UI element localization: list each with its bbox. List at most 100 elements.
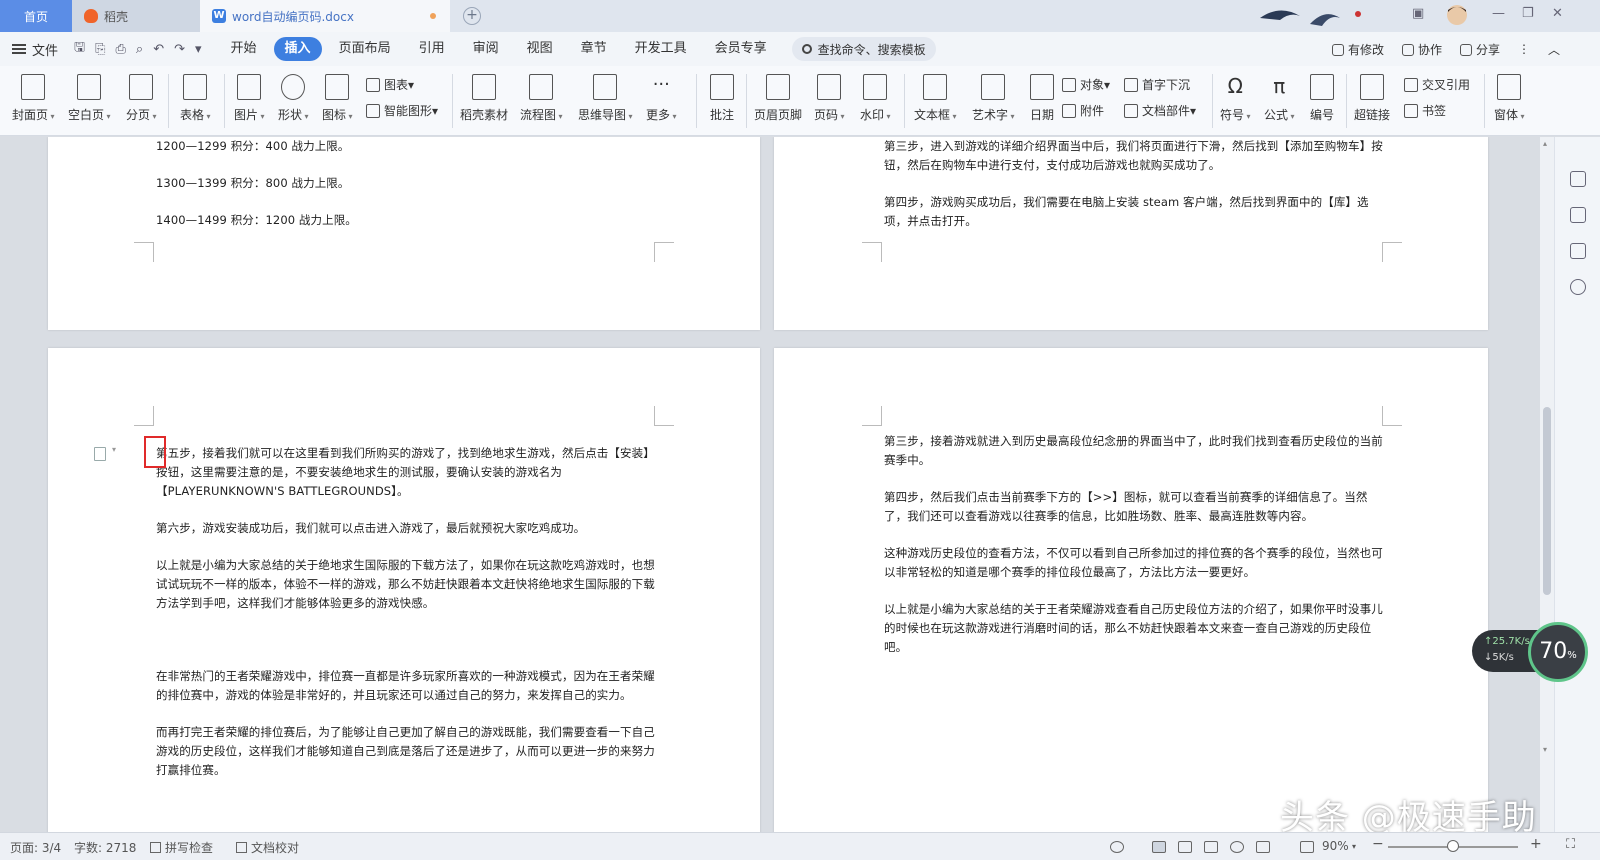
wordart-button[interactable]: 艺术字 xyxy=(972,72,1015,123)
fullscreen-icon[interactable]: ⛶ xyxy=(1566,837,1575,852)
numbering-button[interactable]: 编号 xyxy=(1310,72,1334,123)
scroll-up-icon[interactable]: ▴ xyxy=(1543,139,1547,148)
attachment-button[interactable]: 附件 xyxy=(1062,102,1104,119)
date-button[interactable]: 日期 xyxy=(1030,72,1054,123)
more-options-icon[interactable]: ⋮ xyxy=(1518,42,1530,56)
usage-gauge[interactable]: 70% xyxy=(1528,622,1588,682)
picture-button[interactable]: 图片 xyxy=(234,72,265,123)
share-button[interactable]: 分享 xyxy=(1459,41,1500,58)
web-view-icon[interactable] xyxy=(1230,841,1244,853)
tab-page-layout[interactable]: 页面布局 xyxy=(328,37,402,61)
page-1[interactable]: 1200—1299 积分：400 战力上限。 1300—1399 积分：800 … xyxy=(48,137,760,330)
table-button[interactable]: 表格 xyxy=(180,72,211,123)
help-icon[interactable] xyxy=(1570,279,1586,295)
reading-view-icon[interactable] xyxy=(1204,841,1218,853)
daoke-material-button[interactable]: 稻壳素材 xyxy=(460,72,508,123)
proofread-button[interactable]: 文档校对 xyxy=(236,839,299,856)
spellcheck-button[interactable]: 拼写检查 xyxy=(150,839,213,856)
minimize-button[interactable]: — xyxy=(1492,6,1505,21)
zoom-slider-knob[interactable] xyxy=(1447,840,1459,852)
tab-review[interactable]: 审阅 xyxy=(462,37,510,61)
page-3-text[interactable]: 第五步，接着我们就可以在这里看到我们所购买的游戏了，找到绝地求生游戏，然后点击【… xyxy=(156,444,656,798)
cover-page-button[interactable]: 封面页 xyxy=(12,72,55,123)
watermark-button[interactable]: 水印 xyxy=(860,72,891,123)
chart-button[interactable]: 图表 ▾ xyxy=(366,76,414,93)
object-button[interactable]: 对象 ▾ xyxy=(1062,76,1110,93)
fit-page-icon[interactable] xyxy=(1300,841,1314,853)
print-icon[interactable]: ⎙ xyxy=(116,42,126,57)
save-icon[interactable]: 🖫 xyxy=(74,38,85,60)
tab-home[interactable]: 首页 xyxy=(0,0,72,32)
doc-parts-button[interactable]: 文档部件 ▾ xyxy=(1124,102,1196,119)
new-tab-button[interactable]: + xyxy=(463,7,481,25)
cross-ref-button[interactable]: 交叉引用 xyxy=(1404,76,1470,93)
more-button[interactable]: ··· 更多 xyxy=(646,72,677,123)
avatar[interactable] xyxy=(1446,4,1468,30)
zoom-out-button[interactable]: − xyxy=(1372,836,1384,852)
blank-page-button[interactable]: 空白页 xyxy=(68,72,111,123)
scroll-down-icon[interactable]: ▾ xyxy=(1543,745,1547,754)
zoom-level[interactable]: 90% xyxy=(1322,839,1349,853)
tab-view[interactable]: 视图 xyxy=(516,37,564,61)
symbol-button[interactable]: Ω 符号 xyxy=(1220,72,1251,123)
flowchart-button[interactable]: 流程图 xyxy=(520,72,563,123)
textbox-button[interactable]: 文本框 xyxy=(914,72,957,123)
formula-button[interactable]: π 公式 xyxy=(1264,72,1295,123)
redo-icon[interactable]: ↷ xyxy=(174,42,185,57)
customize-dropdown-icon[interactable]: ▾ xyxy=(195,42,202,57)
word-count[interactable]: 字数: 2718 xyxy=(74,839,136,856)
outline-view-icon[interactable] xyxy=(1178,841,1192,853)
unsaved-dot-icon[interactable] xyxy=(430,13,436,19)
mindmap-button[interactable]: 思维导图 xyxy=(578,72,633,123)
restore-button[interactable]: ❐ xyxy=(1522,6,1534,21)
file-menu[interactable]: 文件 xyxy=(12,40,58,59)
page-indicator[interactable]: 页面: 3/4 xyxy=(10,839,61,856)
close-button[interactable]: ✕ xyxy=(1552,6,1563,21)
page-number-button[interactable]: 页码 xyxy=(814,72,845,123)
print-preview-icon[interactable]: ⌕ xyxy=(136,42,143,57)
smartart-button[interactable]: 智能图形 ▾ xyxy=(366,102,438,119)
tab-member[interactable]: 会员专享 xyxy=(704,37,778,61)
mindmap-icon xyxy=(593,74,618,100)
account-badge-icon[interactable]: ▣ xyxy=(1412,6,1424,21)
page-3[interactable]: 第五步，接着我们就可以在这里看到我们所购买的游戏了，找到绝地求生游戏，然后点击【… xyxy=(48,348,760,832)
page-view-icon[interactable] xyxy=(1152,841,1166,853)
page-4-text[interactable]: 第三步，接着游戏就进入到历史最高段位纪念册的界面当中了，此时我们找到查看历史段位… xyxy=(884,432,1389,675)
page-break-button[interactable]: 分页 xyxy=(126,72,157,123)
tab-section[interactable]: 章节 xyxy=(570,37,618,61)
chevron-down-icon[interactable]: ▾ xyxy=(112,445,116,454)
window-button[interactable]: 窗体 xyxy=(1494,72,1525,123)
shape-button[interactable]: 形状 xyxy=(278,72,309,123)
scrollbar-thumb[interactable] xyxy=(1543,407,1551,595)
tab-start[interactable]: 开始 xyxy=(220,37,268,61)
page-4[interactable]: 第三步，接着游戏就进入到历史最高段位纪念册的界面当中了，此时我们找到查看历史段位… xyxy=(774,348,1488,832)
collaborate-button[interactable]: 协作 xyxy=(1401,41,1442,58)
page-2[interactable]: 第三步，进入到游戏的详细介绍界面当中后，我们将页面进行下滑，然后找到【添加至购物… xyxy=(774,137,1488,330)
pen-icon[interactable] xyxy=(1570,171,1586,187)
document-canvas[interactable]: 1200—1299 积分：400 战力上限。 1300—1399 积分：800 … xyxy=(0,137,1540,832)
paragraph-handle-icon[interactable] xyxy=(94,447,106,461)
icon-button[interactable]: 图标 xyxy=(322,72,353,123)
header-footer-button[interactable]: 页眉页脚 xyxy=(754,72,802,123)
format-painter-icon[interactable]: ⎘ xyxy=(95,42,105,57)
bookmark-button[interactable]: 书签 xyxy=(1404,102,1446,119)
has-changes-button[interactable]: 有修改 xyxy=(1331,41,1384,58)
chevron-down-icon[interactable]: ▾ xyxy=(1352,842,1356,851)
tab-daoke[interactable]: 稻壳 xyxy=(72,0,200,32)
undo-icon[interactable]: ↶ xyxy=(153,42,164,57)
hyperlink-button[interactable]: 超链接 xyxy=(1354,72,1390,123)
comment-button[interactable]: 批注 xyxy=(710,72,734,123)
tab-references[interactable]: 引用 xyxy=(408,37,456,61)
tab-document[interactable]: W word自动编页码.docx xyxy=(200,0,450,32)
vertical-scrollbar[interactable]: ▴ ▾ xyxy=(1540,137,1554,832)
drop-cap-button[interactable]: 首字下沉 xyxy=(1124,76,1190,93)
write-mode-icon[interactable] xyxy=(1256,841,1270,853)
eye-protection-icon[interactable] xyxy=(1110,841,1124,853)
tab-developer[interactable]: 开发工具 xyxy=(624,37,698,61)
cursor-icon[interactable] xyxy=(1570,207,1586,223)
zoom-in-button[interactable]: + xyxy=(1530,836,1542,852)
collapse-ribbon-icon[interactable]: ︿ xyxy=(1548,41,1560,58)
command-search[interactable]: 查找命令、搜索模板 xyxy=(791,37,936,61)
tab-insert[interactable]: 插入 xyxy=(273,37,322,61)
settings-sliders-icon[interactable] xyxy=(1570,243,1586,259)
